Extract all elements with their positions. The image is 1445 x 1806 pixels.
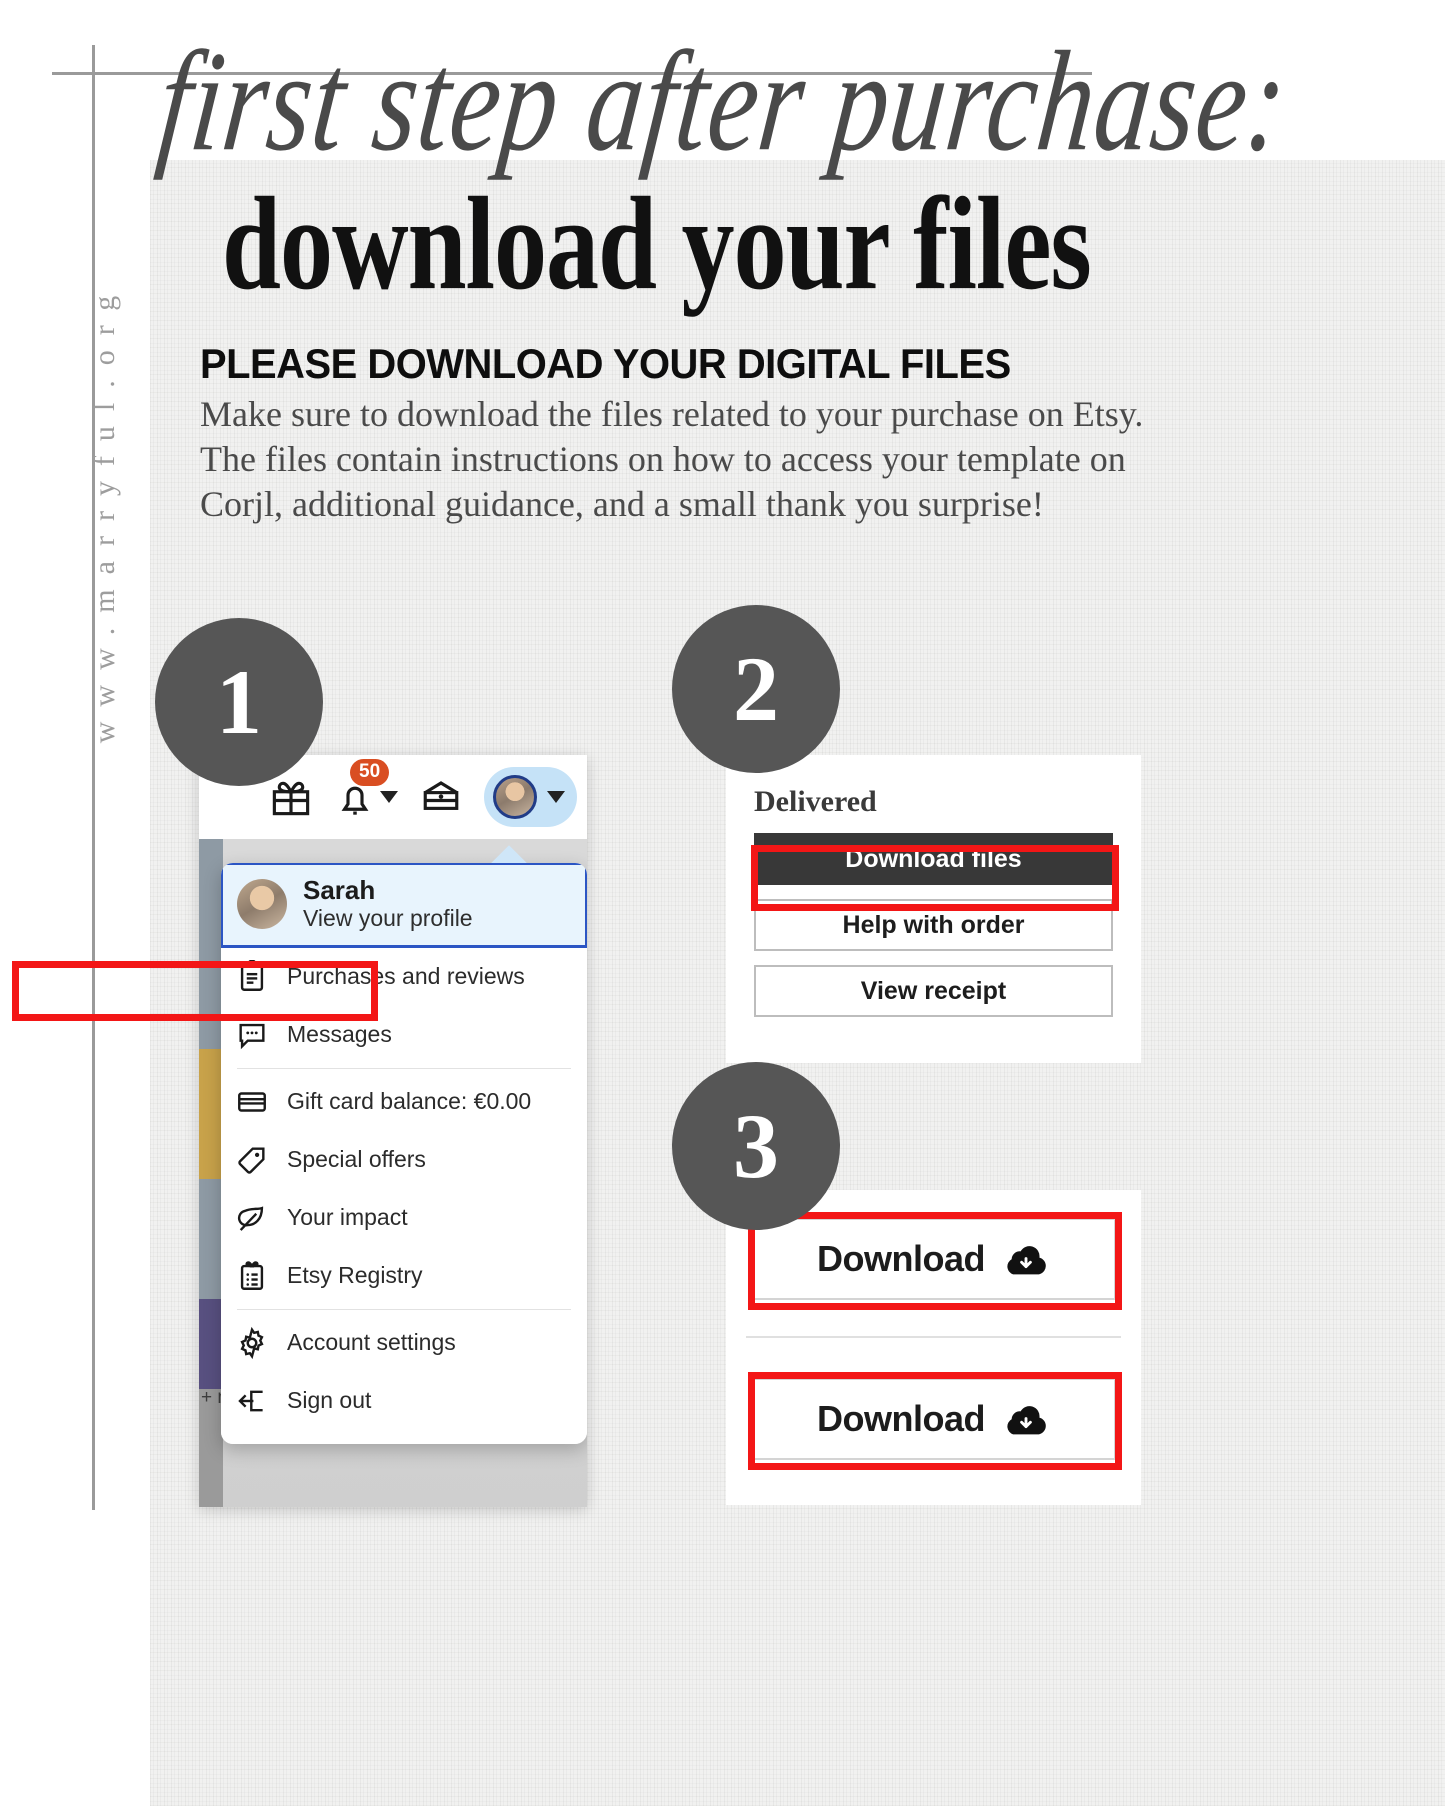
step-badge-1: 1 xyxy=(155,618,323,786)
account-dropdown: Sarah View your profile Purchases and re… xyxy=(221,863,587,1444)
menu-item-your-impact[interactable]: Your impact xyxy=(221,1188,587,1247)
highlight-box-download-2 xyxy=(748,1372,1122,1470)
website-url: www.marryful.org xyxy=(88,280,121,744)
tag-icon xyxy=(238,1147,265,1174)
etsy-account-menu-screenshot: + n 50 Sarah View your profile Purchases… xyxy=(199,755,587,1507)
registry-clipboard-icon xyxy=(240,1260,264,1290)
menu-divider xyxy=(237,1067,571,1069)
step-badge-3: 3 xyxy=(672,1062,840,1230)
page-title: download your files xyxy=(222,170,1092,318)
profile-subtitle: View your profile xyxy=(303,905,473,932)
credit-card-icon xyxy=(238,1091,266,1112)
view-receipt-button[interactable]: View receipt xyxy=(754,965,1113,1017)
chevron-down-icon xyxy=(547,791,565,803)
leaf-icon xyxy=(237,1206,264,1231)
chevron-down-icon xyxy=(380,791,398,803)
menu-item-label: Messages xyxy=(287,1021,392,1048)
menu-item-etsy-registry[interactable]: Etsy Registry xyxy=(221,1246,587,1305)
gear-icon xyxy=(240,1326,264,1359)
highlight-box-download-files xyxy=(751,845,1119,911)
menu-item-label: Your impact xyxy=(287,1204,408,1231)
avatar xyxy=(493,775,537,819)
shop-icon[interactable] xyxy=(420,776,462,818)
instructions-paragraph: Make sure to download the files related … xyxy=(200,394,1144,524)
menu-item-sign-out[interactable]: Sign out xyxy=(221,1371,587,1444)
chat-bubble-icon xyxy=(239,1023,265,1049)
menu-item-account-settings[interactable]: Account settings xyxy=(221,1313,587,1372)
highlight-box-purchases-and-reviews xyxy=(12,961,378,1021)
menu-item-special-offers[interactable]: Special offers xyxy=(221,1130,587,1189)
menu-divider xyxy=(237,1308,571,1310)
avatar xyxy=(237,879,287,930)
step-badge-2: 2 xyxy=(672,605,840,773)
highlight-box-download-1 xyxy=(748,1212,1122,1310)
profile-row[interactable]: Sarah View your profile xyxy=(221,863,587,948)
notifications-bell[interactable]: 50 xyxy=(334,759,398,818)
menu-item-label: Account settings xyxy=(287,1329,456,1356)
card-divider xyxy=(746,1336,1121,1338)
gift-icon[interactable] xyxy=(270,776,312,818)
notification-count-badge: 50 xyxy=(350,759,390,786)
profile-name: Sarah xyxy=(303,875,376,905)
account-menu-button[interactable] xyxy=(484,767,577,827)
script-subtitle: first step after purchase: xyxy=(151,22,1295,182)
menu-item-gift-card-balance[interactable]: Gift card balance: €0.00 xyxy=(221,1072,587,1131)
menu-item-label: Etsy Registry xyxy=(287,1262,423,1289)
section-subheading: PLEASE DOWNLOAD YOUR DIGITAL FILES xyxy=(200,340,1011,387)
menu-item-label: Gift card balance: €0.00 xyxy=(287,1088,532,1115)
sign-out-icon xyxy=(238,1390,263,1412)
menu-item-label: Sign out xyxy=(287,1387,372,1414)
menu-item-label: Special offers xyxy=(287,1146,426,1173)
